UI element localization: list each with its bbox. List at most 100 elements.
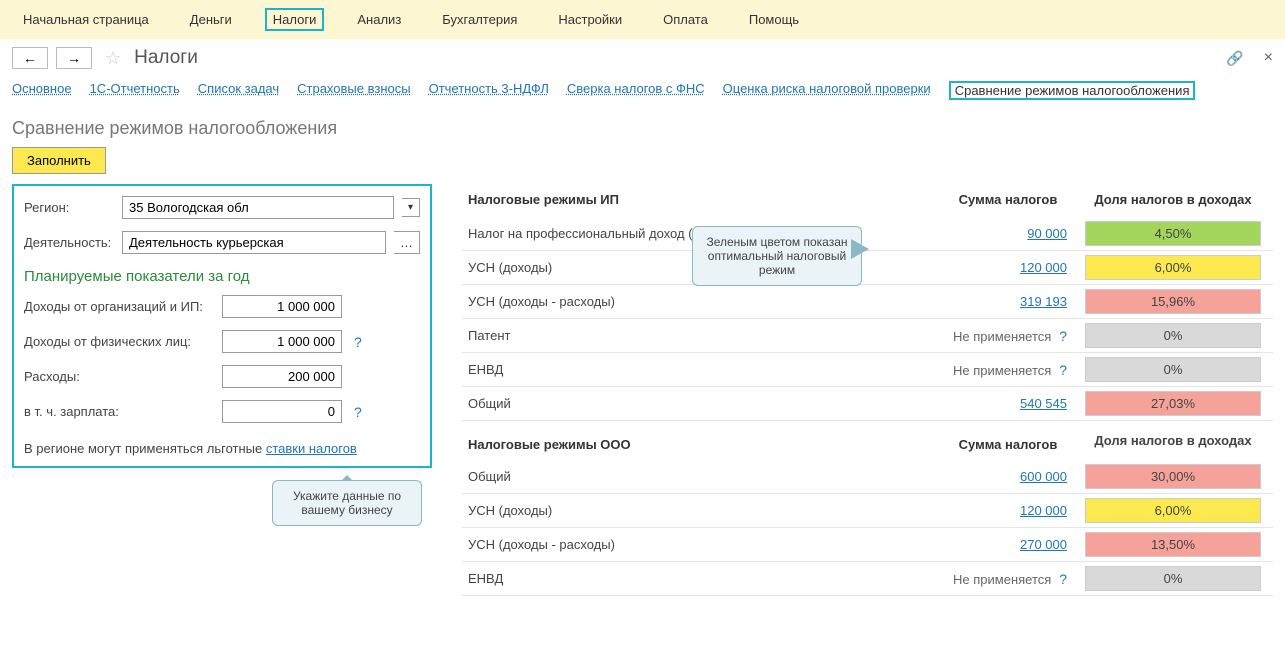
table-row: Общий600 00030,00% bbox=[462, 460, 1273, 494]
share-cell: 0% bbox=[1073, 562, 1273, 596]
page-title: Налоги bbox=[134, 47, 198, 69]
subnav: Основное 1С-Отчетность Список задач Стра… bbox=[0, 77, 1285, 108]
income-org-row: Доходы от организаций и ИП: bbox=[24, 295, 420, 318]
tax-amount-link[interactable]: 319 193 bbox=[1020, 294, 1067, 309]
close-icon[interactable]: × bbox=[1264, 49, 1273, 67]
table-row: УСН (доходы - расходы)319 19315,96% bbox=[462, 285, 1273, 319]
share-header-2: Доля налогов в доходах bbox=[1073, 421, 1273, 461]
tax-amount-link[interactable]: 90 000 bbox=[1027, 226, 1067, 241]
top-menu: Начальная страница Деньги Налоги Анализ … bbox=[0, 0, 1285, 39]
planned-heading: Планируемые показатели за год bbox=[24, 268, 420, 285]
share-bar: 0% bbox=[1085, 323, 1261, 348]
regime-name-cell: УСН (доходы - расходы) bbox=[462, 528, 943, 562]
subnav-ndfl[interactable]: Отчетность 3-НДФЛ bbox=[429, 81, 549, 100]
region-input[interactable] bbox=[122, 196, 394, 219]
share-cell: 30,00% bbox=[1073, 460, 1273, 494]
salary-row: в т. ч. зарплата: ? bbox=[24, 400, 420, 423]
tax-amount-link[interactable]: 120 000 bbox=[1020, 260, 1067, 275]
subnav-insurance[interactable]: Страховые взносы bbox=[297, 81, 410, 100]
tax-amount-cell: Не применяется ? bbox=[943, 353, 1073, 387]
share-header: Доля налогов в доходах bbox=[1073, 184, 1273, 217]
tax-amount-link[interactable]: 600 000 bbox=[1020, 469, 1067, 484]
expenses-input[interactable] bbox=[222, 365, 342, 388]
menu-help[interactable]: Помощь bbox=[741, 8, 807, 31]
subnav-main[interactable]: Основное bbox=[12, 81, 72, 100]
share-bar: 27,03% bbox=[1085, 391, 1261, 416]
salary-label: в т. ч. зарплата: bbox=[24, 404, 214, 419]
callout-optimal-hint: Зеленым цветом показан оптимальный налог… bbox=[692, 226, 862, 286]
share-bar: 15,96% bbox=[1085, 289, 1261, 314]
region-dropdown-icon[interactable]: ▾ bbox=[402, 198, 420, 217]
income-org-input[interactable] bbox=[222, 295, 342, 318]
input-panel: Регион: ▾ Деятельность: … Планируемые по… bbox=[12, 184, 432, 468]
fill-button[interactable]: Заполнить bbox=[12, 147, 106, 174]
link-icon[interactable]: 🔗 bbox=[1226, 50, 1243, 67]
tax-amount-cell: Не применяется ? bbox=[943, 319, 1073, 353]
income-ind-input[interactable] bbox=[222, 330, 342, 353]
star-icon[interactable]: ☆ bbox=[105, 48, 121, 69]
share-bar: 4,50% bbox=[1085, 221, 1261, 246]
subnav-tasks[interactable]: Список задач bbox=[198, 81, 279, 100]
activity-ellipsis-icon[interactable]: … bbox=[394, 231, 420, 254]
income-ind-help-icon[interactable]: ? bbox=[354, 334, 362, 350]
tax-amount-cell: 90 000 bbox=[943, 217, 1073, 251]
tax-amount-cell: 120 000 bbox=[943, 494, 1073, 528]
tax-amount-header-2: Сумма налогов bbox=[943, 421, 1073, 461]
toolbar: ← → ☆ Налоги 🔗 × bbox=[0, 39, 1285, 77]
share-bar: 6,00% bbox=[1085, 255, 1261, 280]
region-row: Регион: ▾ bbox=[24, 196, 420, 219]
table-row: ЕНВДНе применяется ?0% bbox=[462, 562, 1273, 596]
regime-name-cell: Общий bbox=[462, 387, 943, 421]
footer-note-text: В регионе могут применяться льготные bbox=[24, 441, 266, 456]
activity-input[interactable] bbox=[122, 231, 386, 254]
menu-analysis[interactable]: Анализ bbox=[349, 8, 409, 31]
subnav-fns[interactable]: Сверка налогов с ФНС bbox=[567, 81, 705, 100]
help-icon[interactable]: ? bbox=[1055, 328, 1067, 344]
ip-header-row: Налоговые режимы ИП Сумма налогов Доля н… bbox=[462, 184, 1273, 217]
share-cell: 6,00% bbox=[1073, 494, 1273, 528]
salary-help-icon[interactable]: ? bbox=[354, 404, 362, 420]
expenses-label: Расходы: bbox=[24, 369, 214, 384]
menu-payment[interactable]: Оплата bbox=[655, 8, 716, 31]
subnav-1c[interactable]: 1С-Отчетность bbox=[90, 81, 180, 100]
income-ind-row: Доходы от физических лиц: ? bbox=[24, 330, 420, 353]
share-cell: 6,00% bbox=[1073, 251, 1273, 285]
menu-home[interactable]: Начальная страница bbox=[15, 8, 157, 31]
tax-amount-link[interactable]: 120 000 bbox=[1020, 503, 1067, 518]
tax-amount-cell: 120 000 bbox=[943, 251, 1073, 285]
results-panel: Зеленым цветом показан оптимальный налог… bbox=[462, 184, 1273, 596]
ooo-header-row: Налоговые режимы ООО Сумма налогов Доля … bbox=[462, 421, 1273, 461]
regime-name-cell: ЕНВД bbox=[462, 562, 943, 596]
menu-money[interactable]: Деньги bbox=[182, 8, 240, 31]
tax-amount-cell: 540 545 bbox=[943, 387, 1073, 421]
menu-taxes[interactable]: Налоги bbox=[265, 8, 325, 31]
income-org-label: Доходы от организаций и ИП: bbox=[24, 299, 214, 314]
activity-label: Деятельность: bbox=[24, 235, 114, 250]
not-applicable-label: Не применяется bbox=[953, 363, 1051, 378]
subnav-compare[interactable]: Сравнение режимов налогообложения bbox=[949, 81, 1196, 100]
tax-amount-link[interactable]: 540 545 bbox=[1020, 396, 1067, 411]
menu-accounting[interactable]: Бухгалтерия bbox=[434, 8, 525, 31]
regime-name-cell: Патент bbox=[462, 319, 943, 353]
share-bar: 30,00% bbox=[1085, 464, 1261, 489]
salary-input[interactable] bbox=[222, 400, 342, 423]
tax-amount-header: Сумма налогов bbox=[943, 184, 1073, 217]
footer-note: В регионе могут применяться льготные ста… bbox=[24, 441, 420, 456]
back-button[interactable]: ← bbox=[12, 47, 48, 69]
tax-rates-link[interactable]: ставки налогов bbox=[266, 441, 357, 456]
help-icon[interactable]: ? bbox=[1055, 571, 1067, 587]
share-cell: 0% bbox=[1073, 319, 1273, 353]
table-row: ПатентНе применяется ?0% bbox=[462, 319, 1273, 353]
main-content: Регион: ▾ Деятельность: … Планируемые по… bbox=[0, 184, 1285, 596]
ooo-header: Налоговые режимы ООО bbox=[462, 421, 943, 461]
help-icon[interactable]: ? bbox=[1055, 362, 1067, 378]
section-title: Сравнение режимов налогообложения bbox=[0, 108, 1285, 147]
subnav-risk[interactable]: Оценка риска налоговой проверки bbox=[723, 81, 931, 100]
regime-name-cell: УСН (доходы) bbox=[462, 494, 943, 528]
share-cell: 13,50% bbox=[1073, 528, 1273, 562]
table-row: УСН (доходы - расходы) 270 000 13,50% bbox=[462, 528, 1273, 562]
not-applicable-label: Не применяется bbox=[953, 329, 1051, 344]
tax-amount-link[interactable]: 270 000 bbox=[1020, 537, 1067, 552]
forward-button[interactable]: → bbox=[56, 47, 92, 69]
menu-settings[interactable]: Настройки bbox=[550, 8, 630, 31]
